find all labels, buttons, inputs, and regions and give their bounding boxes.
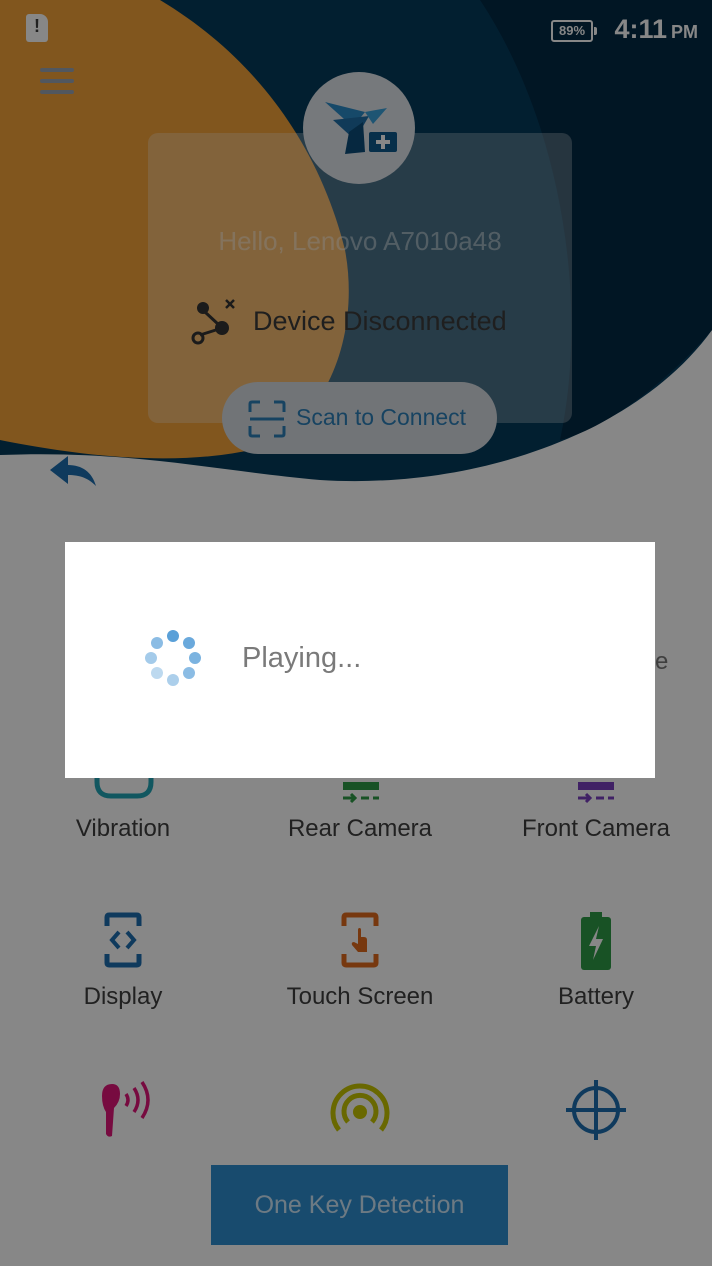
loading-spinner-icon [143, 630, 203, 690]
dialog-message: Playing... [242, 642, 362, 674]
loading-dialog: Playing... [65, 542, 655, 778]
grid-label-partial: e [655, 648, 669, 675]
